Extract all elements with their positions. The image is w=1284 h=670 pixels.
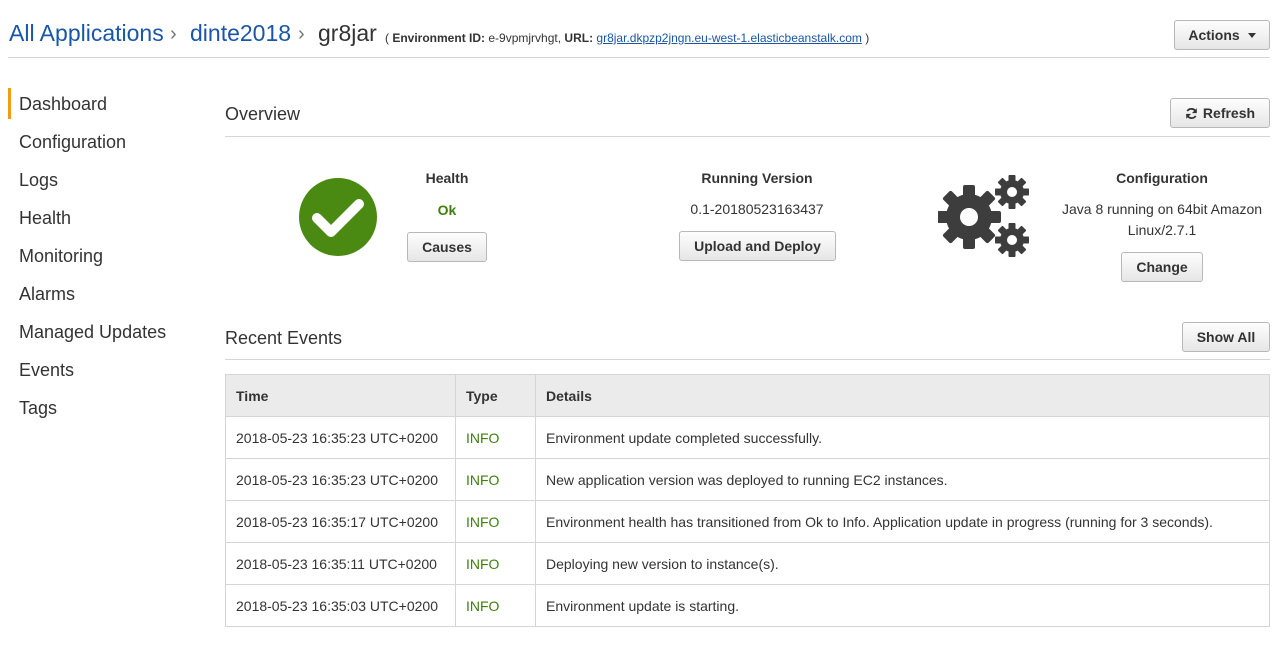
environment-info: ( Environment ID: e-9vpmjrvhgt, URL: gr8… <box>385 31 869 45</box>
sidebar-item-events[interactable]: Events <box>8 354 198 392</box>
environment-id: e-9vpmjrvhgt, <box>488 31 562 45</box>
header-divider <box>8 57 1270 58</box>
environment-url-link[interactable]: gr8jar.dkpzp2jngn.eu-west-1.elasticbeans… <box>596 31 861 45</box>
actions-button[interactable]: Actions <box>1174 20 1270 50</box>
sidebar-item-dashboard[interactable]: Dashboard <box>8 88 198 126</box>
actions-label: Actions <box>1188 27 1240 43</box>
breadcrumb-application[interactable]: dinte2018 <box>190 20 291 47</box>
event-details: Deploying new version to instance(s). <box>535 542 1270 585</box>
event-type: INFO <box>455 542 536 585</box>
breadcrumb-separator-icon: › <box>170 23 177 45</box>
sidebar-item-alarms[interactable]: Alarms <box>8 278 198 316</box>
running-version-title: Running Version <box>701 170 813 186</box>
environment-info-close-paren: ) <box>865 31 870 45</box>
event-time: 2018-05-23 16:35:03 UTC+0200 <box>225 584 456 627</box>
event-time: 2018-05-23 16:35:23 UTC+0200 <box>225 416 456 459</box>
overview-divider <box>225 136 1270 137</box>
event-type: INFO <box>455 416 536 459</box>
events-table: Time Type Details 2018-05-23 16:35:23 UT… <box>225 374 1270 627</box>
column-header-time[interactable]: Time <box>225 374 456 417</box>
event-details: Environment health has transitioned from… <box>535 500 1270 543</box>
change-configuration-button[interactable]: Change <box>1121 252 1203 282</box>
event-type: INFO <box>455 500 536 543</box>
caret-down-icon <box>1247 32 1256 38</box>
sidebar-item-monitoring[interactable]: Monitoring <box>8 240 198 278</box>
event-details: Environment update is starting. <box>535 584 1270 627</box>
event-details: Environment update completed successfull… <box>535 416 1270 459</box>
table-row: 2018-05-23 16:35:23 UTC+0200 INFO New ap… <box>225 458 1270 501</box>
overview-title: Overview <box>225 104 301 124</box>
health-title: Health <box>425 170 469 186</box>
event-details: New application version was deployed to … <box>535 458 1270 501</box>
column-header-type[interactable]: Type <box>455 374 536 417</box>
event-time: 2018-05-23 16:35:23 UTC+0200 <box>225 458 456 501</box>
environment-url-label: URL: <box>564 31 594 45</box>
recent-events-divider <box>225 359 1270 360</box>
sidebar-item-managed-updates[interactable]: Managed Updates <box>8 316 198 354</box>
sidebar-nav: Dashboard Configuration Logs Health Moni… <box>8 88 198 430</box>
event-type: INFO <box>455 584 536 627</box>
configuration-platform-line1: Java 8 running on 64bit Amazon <box>1061 201 1263 217</box>
sidebar-item-tags[interactable]: Tags <box>8 392 198 430</box>
causes-button[interactable]: Causes <box>407 232 487 262</box>
configuration-platform-line2: Linux/2.7.1 <box>1127 222 1197 238</box>
table-row: 2018-05-23 16:35:23 UTC+0200 INFO Enviro… <box>225 416 1270 459</box>
table-row: 2018-05-23 16:35:17 UTC+0200 INFO Enviro… <box>225 500 1270 543</box>
configuration-title: Configuration <box>1116 170 1208 186</box>
refresh-button[interactable]: Refresh <box>1170 98 1270 128</box>
refresh-label: Refresh <box>1202 105 1256 121</box>
sidebar-item-logs[interactable]: Logs <box>8 164 198 202</box>
health-status: Ok <box>437 202 457 218</box>
events-table-header: Time Type Details <box>225 374 1270 417</box>
refresh-icon <box>1186 107 1197 119</box>
event-time: 2018-05-23 16:35:11 UTC+0200 <box>225 542 456 585</box>
running-version-value: 0.1-20180523163437 <box>690 201 824 217</box>
breadcrumb-environment: gr8jar <box>318 20 377 46</box>
environment-id-label: Environment ID: <box>392 31 486 45</box>
configuration-gears-icon <box>938 175 1029 257</box>
show-all-button[interactable]: Show All <box>1182 322 1270 352</box>
event-type: INFO <box>455 458 536 501</box>
table-row: 2018-05-23 16:35:11 UTC+0200 INFO Deploy… <box>225 542 1270 585</box>
recent-events-title: Recent Events <box>225 328 343 348</box>
sidebar-item-configuration[interactable]: Configuration <box>8 126 198 164</box>
column-header-details[interactable]: Details <box>535 374 1270 417</box>
event-time: 2018-05-23 16:35:17 UTC+0200 <box>225 500 456 543</box>
environment-info-open-paren: ( <box>385 31 389 45</box>
breadcrumb-all-applications[interactable]: All Applications <box>9 20 164 47</box>
table-row: 2018-05-23 16:35:03 UTC+0200 INFO Enviro… <box>225 584 1270 627</box>
page-header: All Applications › dinte2018 › gr8jar ( … <box>0 0 1284 58</box>
health-ok-check-icon <box>299 178 377 256</box>
upload-and-deploy-button[interactable]: Upload and Deploy <box>679 231 836 261</box>
sidebar-item-health[interactable]: Health <box>8 202 198 240</box>
breadcrumb-separator-icon: › <box>298 23 305 45</box>
